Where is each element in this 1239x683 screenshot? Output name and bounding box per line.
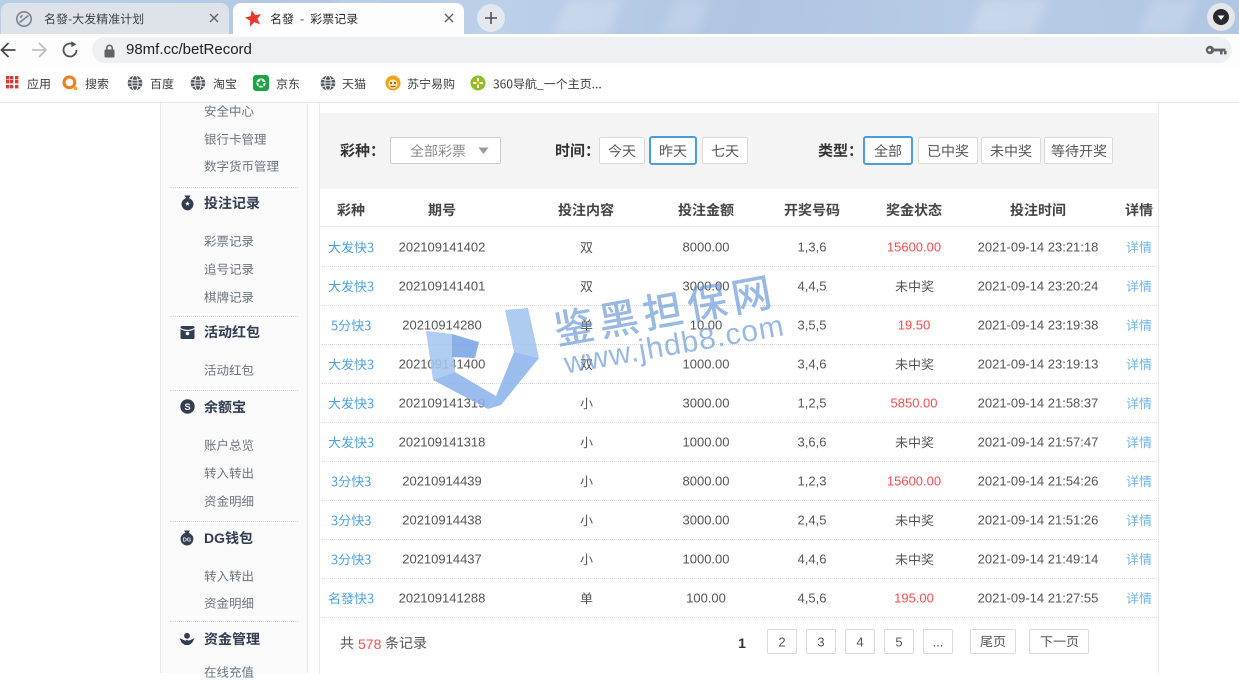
svg-text:S: S xyxy=(184,402,190,413)
svg-text:DG: DG xyxy=(183,538,191,544)
